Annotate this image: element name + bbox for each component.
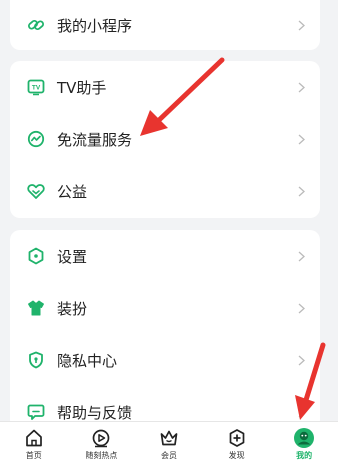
chevron-right-icon xyxy=(296,81,306,93)
chevron-right-icon xyxy=(296,354,306,366)
tab-discover[interactable]: 发现 xyxy=(203,422,271,463)
chevron-right-icon xyxy=(296,185,306,197)
menu-item-label: 我的小程序 xyxy=(57,16,133,35)
crown-icon xyxy=(158,427,180,449)
services-card: TV TV助手 免流量服务 公益 xyxy=(10,61,320,218)
chat-icon xyxy=(26,402,46,422)
tab-label: 发现 xyxy=(228,451,245,460)
tab-me[interactable]: 我的 xyxy=(270,422,338,463)
menu-item-label: 公益 xyxy=(57,182,88,201)
menu-item-data-free-service[interactable]: 免流量服务 xyxy=(10,113,320,165)
home-icon xyxy=(23,427,45,449)
menu-item-label: 隐私中心 xyxy=(57,351,118,370)
tab-label: 我的 xyxy=(296,451,313,460)
menu-item-tv-assistant[interactable]: TV TV助手 xyxy=(10,61,320,113)
tab-label: 随刻热点 xyxy=(85,451,118,460)
tab-label: 首页 xyxy=(25,451,42,460)
chevron-right-icon xyxy=(296,250,306,262)
avatar-icon xyxy=(293,427,315,449)
settings-card: 设置 装扮 隐私中心 帮助与反馈 xyxy=(10,230,320,430)
shield-icon xyxy=(26,350,46,370)
chevron-right-icon xyxy=(296,406,306,418)
menu-item-dress-up[interactable]: 装扮 xyxy=(10,282,320,334)
chevron-right-icon xyxy=(296,19,306,31)
play-circle-icon xyxy=(90,427,112,449)
tshirt-icon xyxy=(26,298,46,318)
menu-item-privacy-center[interactable]: 隐私中心 xyxy=(10,334,320,386)
menu-item-label: 设置 xyxy=(57,247,88,266)
link-icon xyxy=(26,15,46,35)
tab-label: 会员 xyxy=(160,451,177,460)
tab-home[interactable]: 首页 xyxy=(0,422,68,463)
tv-icon: TV xyxy=(26,77,46,97)
menu-item-label: TV助手 xyxy=(57,78,107,97)
bottom-tab-bar: 首页 随刻热点 会员 发现 我的 xyxy=(0,421,338,463)
tab-vip[interactable]: 会员 xyxy=(135,422,203,463)
menu-item-mini-programs[interactable]: 我的小程序 xyxy=(10,0,320,50)
menu-item-label: 免流量服务 xyxy=(57,130,133,149)
heart-hands-icon xyxy=(26,181,46,201)
tab-trending[interactable]: 随刻热点 xyxy=(68,422,136,463)
mini-programs-card: 我的小程序 xyxy=(10,0,320,50)
menu-item-settings[interactable]: 设置 xyxy=(10,230,320,282)
svg-text:TV: TV xyxy=(32,85,41,92)
menu-item-label: 装扮 xyxy=(57,299,88,318)
chevron-right-icon xyxy=(296,302,306,314)
data-saver-icon xyxy=(26,129,46,149)
menu-item-charity[interactable]: 公益 xyxy=(10,165,320,217)
plus-circle-icon xyxy=(226,427,248,449)
menu-item-label: 帮助与反馈 xyxy=(57,403,133,422)
chevron-right-icon xyxy=(296,133,306,145)
settings-hex-icon xyxy=(26,246,46,266)
